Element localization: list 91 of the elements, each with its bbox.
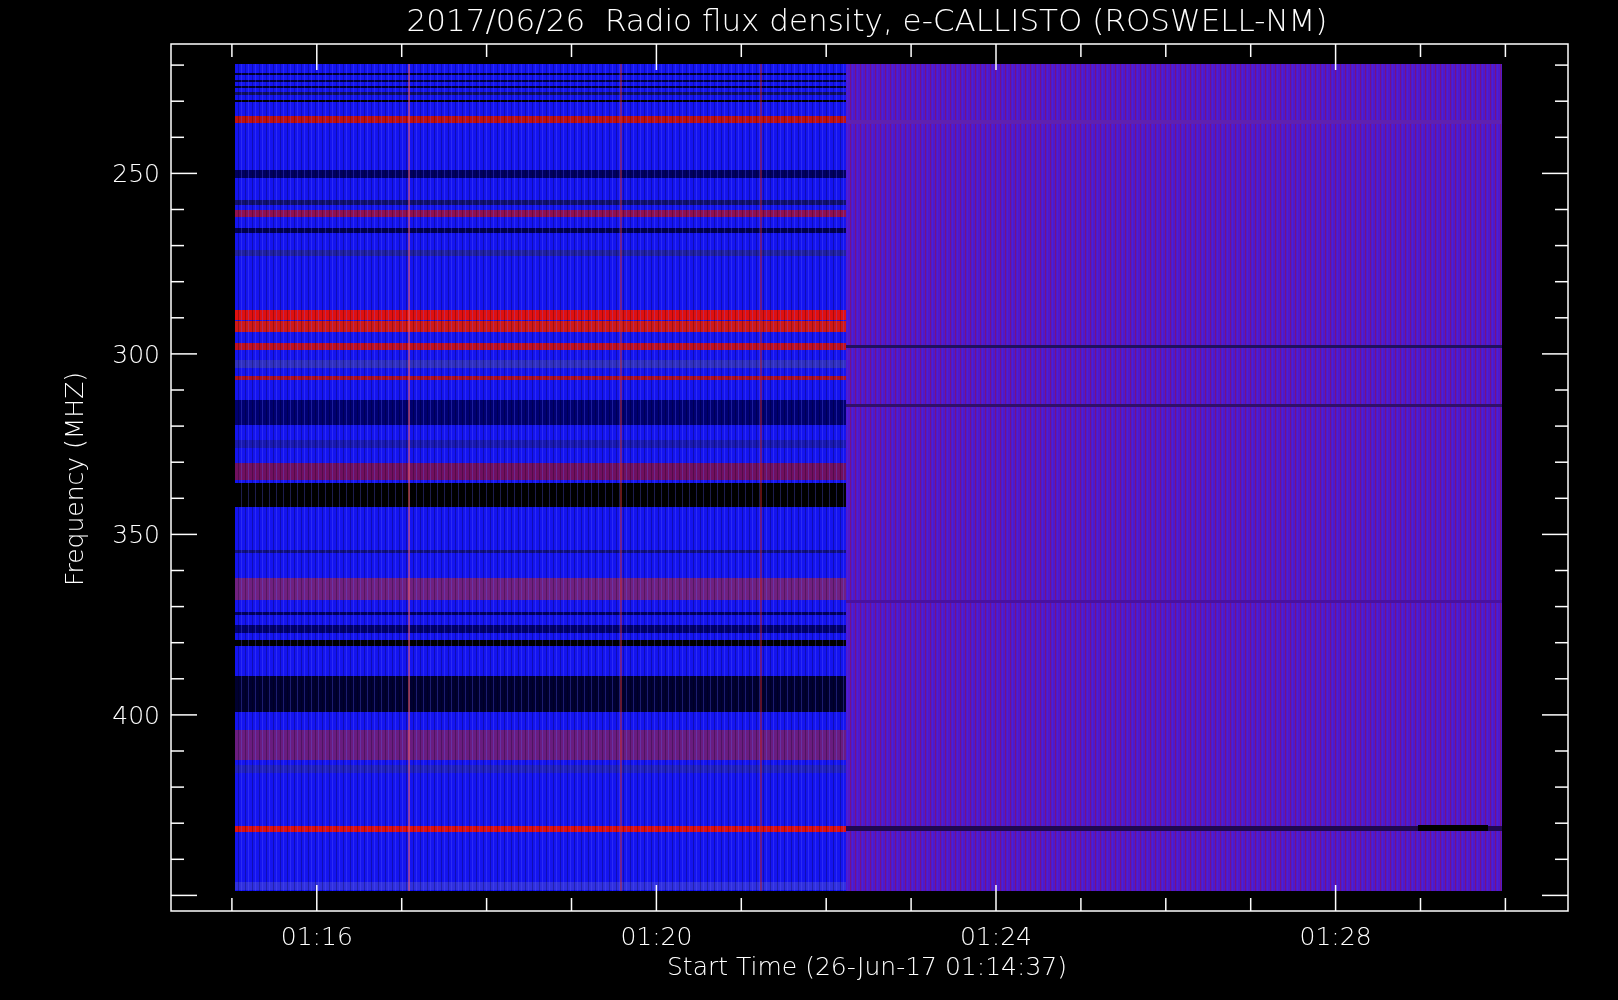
axis-label: Start Time (26-Jun-17 01:14:37) — [667, 952, 1067, 981]
tick-label: 01:28 — [1299, 922, 1372, 951]
tick-mark — [1541, 172, 1569, 175]
tick-mark — [316, 43, 318, 71]
tick-label: 300 — [112, 339, 160, 369]
tick-mark — [1554, 750, 1569, 752]
tick-mark — [1554, 497, 1569, 500]
tick-mark — [1249, 43, 1252, 58]
tick-mark — [1080, 43, 1082, 58]
tick-mark — [485, 43, 488, 58]
tick-mark — [231, 897, 233, 912]
tick-mark — [231, 43, 233, 58]
tick-mark — [170, 172, 198, 175]
tick-mark — [170, 389, 185, 391]
tick-mark — [1554, 389, 1569, 391]
tick-mark — [170, 605, 185, 608]
tick-label: 01:16 — [280, 922, 353, 951]
tick-mark — [1165, 897, 1167, 912]
tick-mark — [1541, 714, 1569, 716]
tick-mark — [170, 136, 185, 139]
tick-mark — [1080, 897, 1082, 912]
tick-mark — [655, 43, 658, 71]
tick-label: 01:20 — [620, 922, 693, 951]
tick-mark — [655, 884, 658, 912]
tick-mark — [570, 43, 573, 58]
tick-mark — [1554, 678, 1569, 680]
tick-mark — [1554, 136, 1569, 139]
tick-mark — [170, 461, 185, 463]
tick-mark — [170, 894, 198, 897]
tick-label: 400 — [112, 700, 160, 730]
tick-mark — [1554, 569, 1569, 572]
tick-mark — [740, 43, 743, 58]
tick-mark — [1504, 897, 1507, 912]
tick-mark — [170, 533, 198, 536]
tick-mark — [1554, 244, 1569, 247]
tick-mark — [1504, 43, 1507, 58]
tick-mark — [170, 425, 185, 427]
tick-mark — [1554, 786, 1569, 788]
tick-mark — [1334, 43, 1337, 71]
tick-mark — [1554, 100, 1569, 102]
tick-mark — [910, 43, 912, 58]
tick-mark — [1249, 897, 1252, 912]
axis-label: Frequency (MHZ) — [60, 371, 89, 587]
tick-mark — [1554, 858, 1569, 861]
tick-mark — [1541, 894, 1569, 897]
tick-mark — [170, 100, 185, 102]
tick-mark — [995, 884, 997, 912]
tick-mark — [170, 353, 198, 355]
tick-mark — [910, 897, 912, 912]
tick-mark — [1554, 605, 1569, 608]
tick-mark — [1554, 641, 1569, 644]
tick-mark — [170, 858, 185, 861]
tick-mark — [1554, 461, 1569, 463]
tick-mark — [1554, 64, 1569, 66]
tick-mark — [170, 786, 185, 788]
tick-mark — [400, 897, 403, 912]
tick-mark — [170, 569, 185, 572]
tick-mark — [170, 641, 185, 644]
tick-mark — [1334, 884, 1337, 912]
tick-mark — [1554, 425, 1569, 427]
tick-mark — [170, 750, 185, 752]
tick-mark — [825, 43, 827, 58]
tick-mark — [1554, 822, 1569, 824]
tick-mark — [170, 208, 185, 211]
tick-mark — [485, 897, 488, 912]
tick-mark — [1554, 280, 1569, 283]
tick-mark — [740, 897, 743, 912]
tick-mark — [1554, 317, 1569, 319]
tick-label: 350 — [112, 520, 160, 550]
tick-mark — [825, 897, 827, 912]
tick-mark — [1541, 533, 1569, 536]
plot-title: 2017/06/26 Radio flux density, e-CALLISTO (ROSWELL-NM) — [406, 2, 1328, 38]
tick-mark — [316, 884, 318, 912]
tick-label: 01:24 — [960, 922, 1032, 951]
tick-mark — [1419, 897, 1422, 912]
tick-mark — [170, 64, 185, 66]
tick-mark — [1165, 43, 1167, 58]
tick-label: 250 — [112, 159, 160, 189]
tick-mark — [995, 43, 997, 71]
tick-mark — [1554, 208, 1569, 211]
tick-mark — [170, 822, 185, 824]
tick-mark — [170, 280, 185, 283]
tick-mark — [400, 43, 403, 58]
tick-mark — [170, 317, 185, 319]
tick-mark — [570, 897, 573, 912]
tick-mark — [1419, 43, 1422, 58]
tick-mark — [170, 714, 198, 716]
tick-mark — [170, 678, 185, 680]
tick-mark — [1541, 353, 1569, 355]
tick-mark — [170, 244, 185, 247]
tick-mark — [170, 497, 185, 500]
